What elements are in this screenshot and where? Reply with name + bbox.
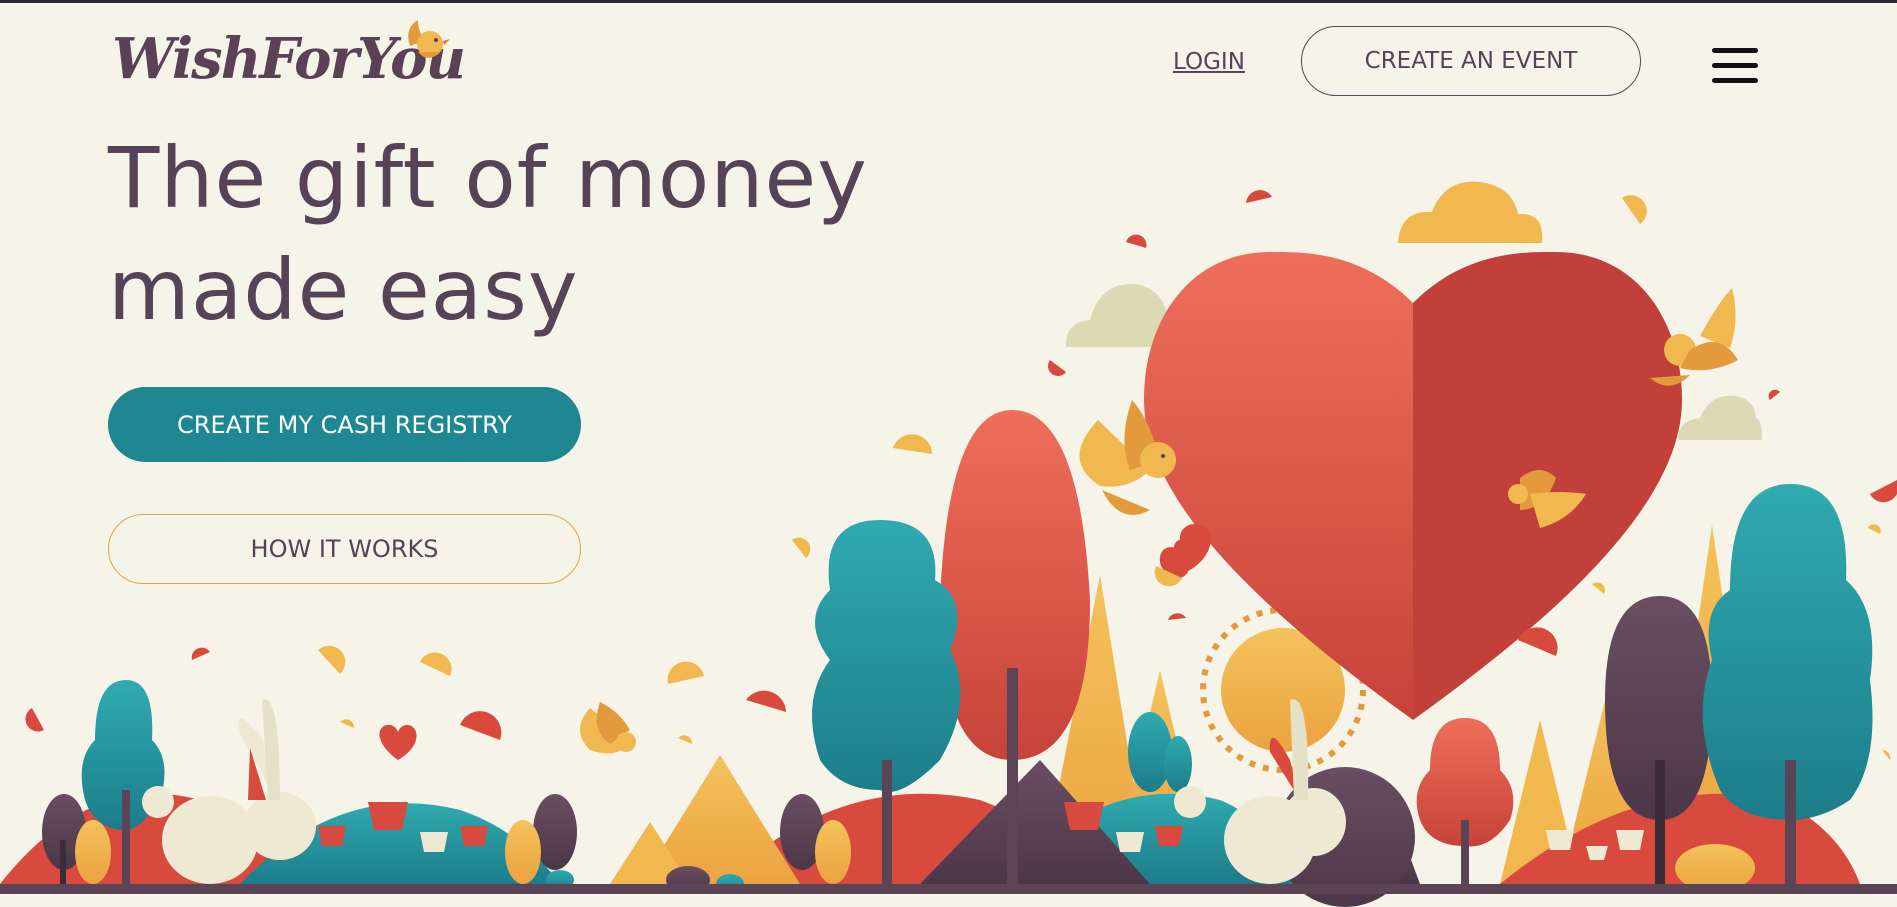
bottom-border [0, 884, 1897, 894]
bird-icon [580, 702, 636, 754]
rabbit-illustration [142, 699, 316, 884]
cloud-icon [1398, 181, 1543, 243]
cloud-icon [1678, 395, 1762, 440]
heart-icon [1144, 251, 1682, 720]
hero-illustration [0, 181, 1897, 907]
